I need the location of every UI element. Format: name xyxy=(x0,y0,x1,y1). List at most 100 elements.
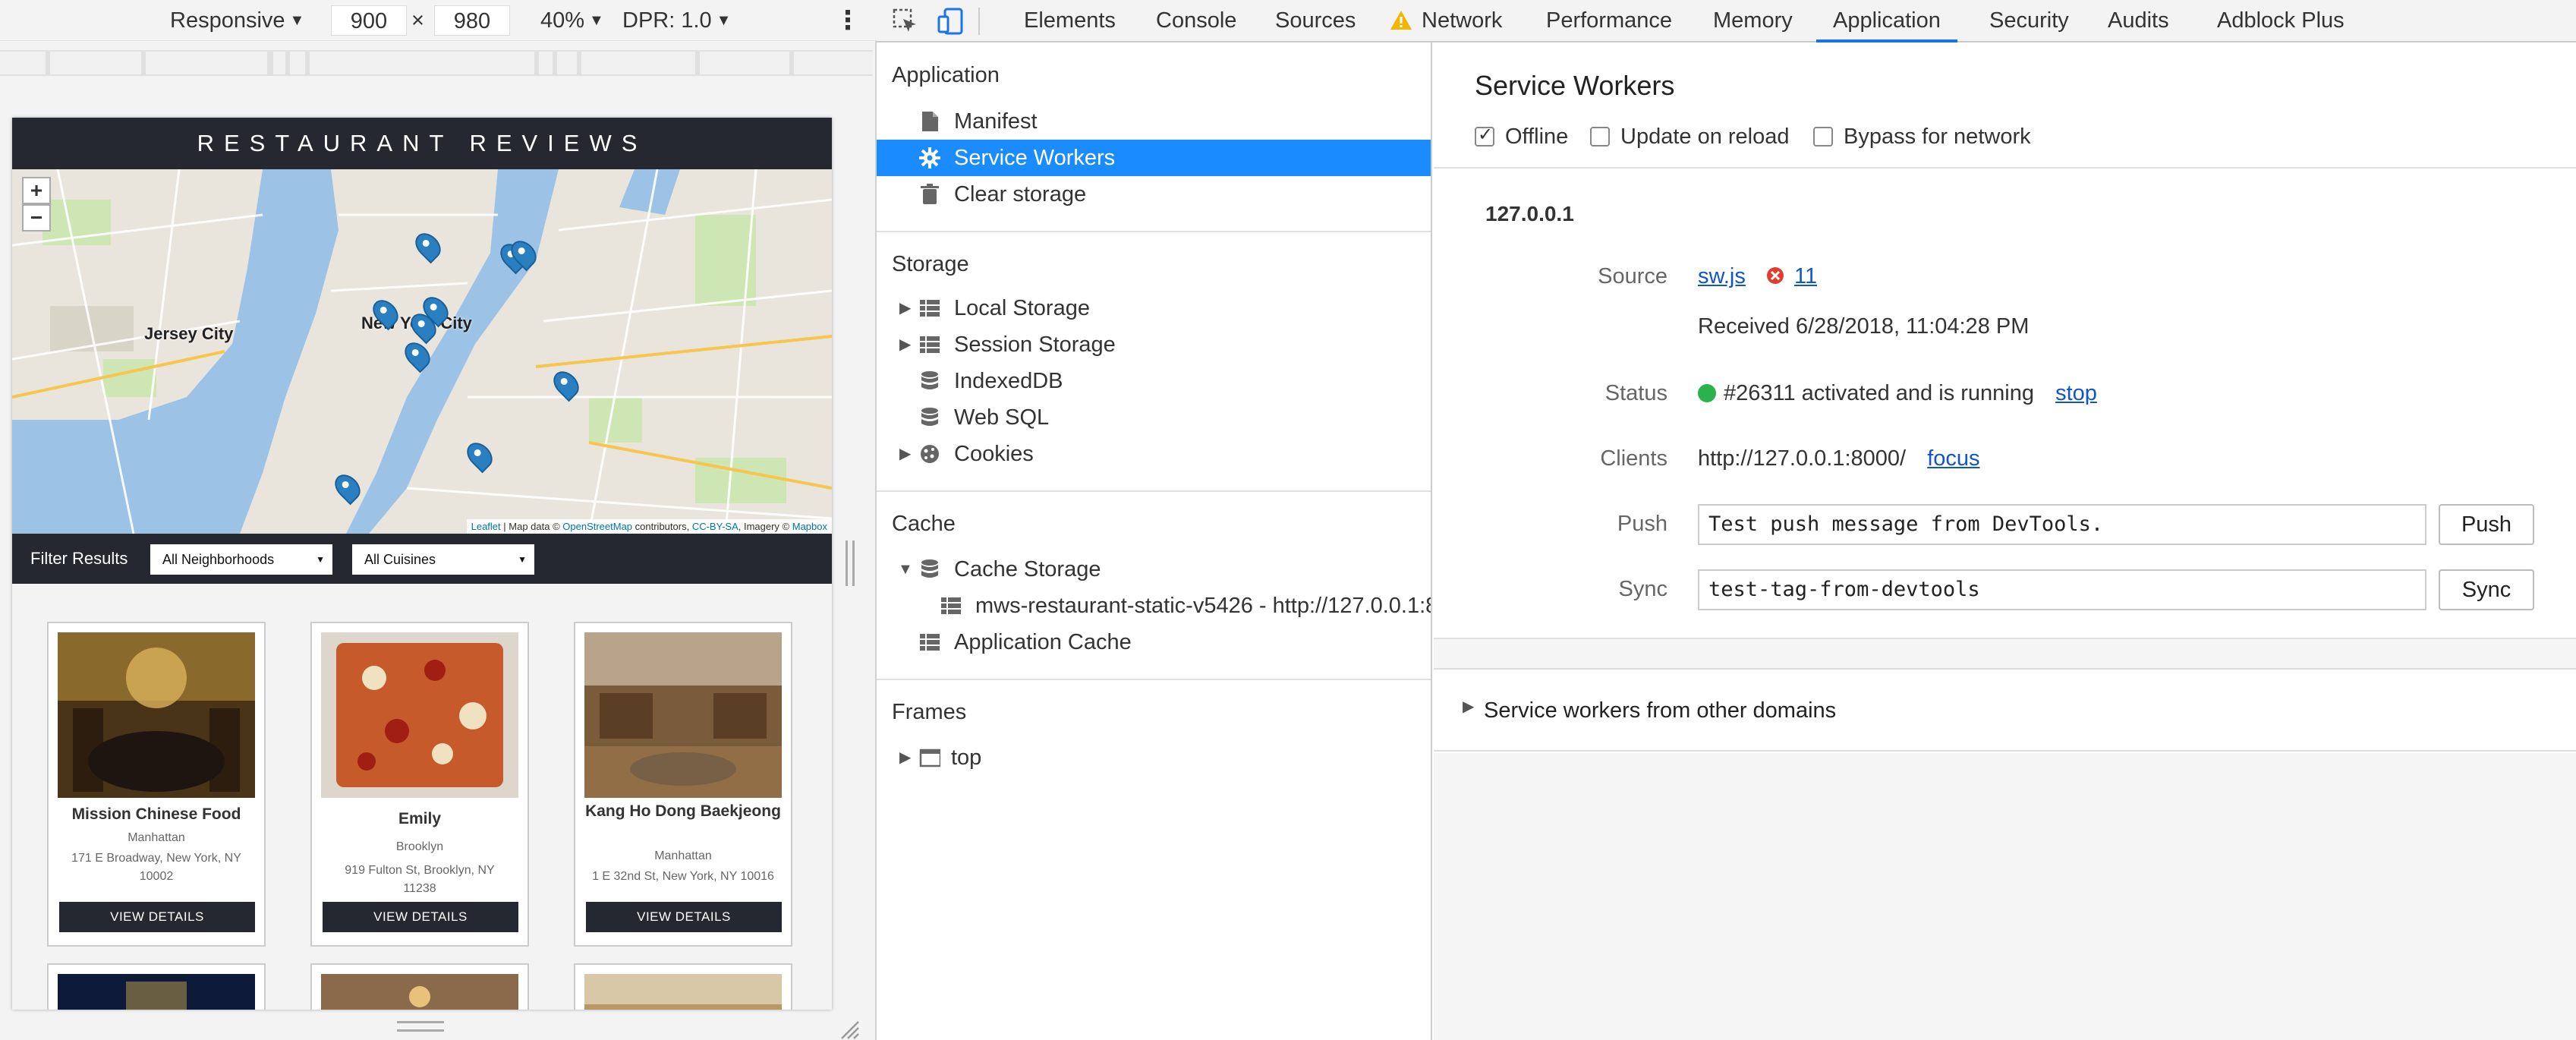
restaurant-address: 171 E Broadway, New York, NY 10002 xyxy=(71,852,241,883)
attribution-text: | Map data © xyxy=(500,521,563,532)
update-on-reload-checkbox[interactable]: Update on reload xyxy=(1590,124,1790,150)
media-query-ruler[interactable] xyxy=(0,50,873,76)
mapbox-link[interactable]: Mapbox xyxy=(792,521,827,532)
sidebar-item-service-workers[interactable]: Service Workers xyxy=(877,140,1431,176)
ruler-segment xyxy=(273,52,285,74)
view-details-button[interactable]: VIEW DETAILS xyxy=(323,902,518,932)
error-count-link[interactable]: 11 xyxy=(1794,264,1817,288)
sync-tag-input[interactable]: test-tag-from-devtools xyxy=(1698,569,2426,610)
osm-link[interactable]: OpenStreetMap xyxy=(562,521,632,532)
ruler-segment xyxy=(50,52,141,74)
restaurant-address: 919 Fulton St, Brooklyn, NY 11238 xyxy=(345,864,495,895)
tab-network[interactable]: Network xyxy=(1422,0,1502,43)
device-toolbar-icon[interactable] xyxy=(937,8,965,35)
sidebar-item-indexeddb[interactable]: IndexedDB xyxy=(877,363,1431,399)
expand-arrow-icon[interactable]: ▶ xyxy=(899,739,911,776)
leaflet-link[interactable]: Leaflet xyxy=(471,521,501,532)
tab-audits[interactable]: Audits xyxy=(2108,0,2169,43)
tab-security[interactable]: Security xyxy=(1989,0,2069,43)
more-options-icon[interactable]: ⋮ xyxy=(835,7,861,34)
width-input[interactable]: 900 xyxy=(331,5,407,36)
push-label: Push xyxy=(1617,512,1667,536)
sidebar-item-cache-entry[interactable]: mws-restaurant-static-v5426 - http://127… xyxy=(877,588,1431,624)
grid-icon xyxy=(920,300,940,317)
database-icon xyxy=(921,408,938,426)
sidebar-item-manifest[interactable]: Manifest xyxy=(877,103,1431,140)
chevron-down-icon: ▼ xyxy=(518,554,527,565)
device-select[interactable]: Responsive ▼ xyxy=(170,7,304,34)
width-resize-handle[interactable] xyxy=(846,540,855,586)
client-url: http://127.0.0.1:8000/ xyxy=(1698,446,1907,471)
sidebar-item-web-sql[interactable]: Web SQL xyxy=(877,399,1431,436)
tab-sources[interactable]: Sources xyxy=(1275,0,1356,43)
cuisines-select-value: All Cuisines xyxy=(364,552,436,567)
source-label: Source xyxy=(1598,264,1667,288)
ruler-segment xyxy=(700,52,789,74)
focus-link[interactable]: focus xyxy=(1927,446,1979,471)
stop-link[interactable]: stop xyxy=(2055,381,2097,405)
height-resize-handle[interactable] xyxy=(397,1021,444,1032)
neighborhoods-select-value: All Neighborhoods xyxy=(162,552,275,567)
sidebar-item-label: Clear storage xyxy=(954,182,1087,206)
sidebar-item-application-cache[interactable]: Application Cache xyxy=(877,624,1431,660)
checkbox-icon xyxy=(1590,127,1610,147)
dimension-separator: × xyxy=(411,8,424,33)
status-running-icon xyxy=(1698,384,1716,402)
sidebar-item-label: Service Workers xyxy=(954,146,1116,170)
tab-console[interactable]: Console xyxy=(1156,0,1236,43)
expand-arrow-icon[interactable]: ▶ xyxy=(1463,697,1474,716)
restaurant-photo xyxy=(321,974,518,1010)
restaurant-card xyxy=(47,963,266,1010)
section-spacer xyxy=(1434,638,2576,668)
expand-arrow-icon[interactable]: ▶ xyxy=(899,326,911,363)
offline-checkbox[interactable]: Offline xyxy=(1475,124,1568,150)
view-details-button[interactable]: VIEW DETAILS xyxy=(586,902,782,932)
restaurant-photo xyxy=(58,632,255,798)
sidebar-item-frame-top[interactable]: ▶ top xyxy=(877,739,1431,776)
expand-arrow-icon[interactable]: ▶ xyxy=(899,290,911,326)
sidebar-item-local-storage[interactable]: ▶ Local Storage xyxy=(877,290,1431,326)
database-icon xyxy=(921,559,938,578)
sidebar-item-clear-storage[interactable]: Clear storage xyxy=(877,176,1431,213)
view-details-button[interactable]: VIEW DETAILS xyxy=(59,902,255,932)
zoom-select[interactable]: 40% ▼ xyxy=(540,7,604,34)
bypass-for-network-checkbox[interactable]: Bypass for network xyxy=(1813,124,2031,150)
tab-adblock-plus[interactable]: Adblock Plus xyxy=(2217,0,2345,43)
restaurant-map[interactable]: + − Jersey City New York City Leaflet | … xyxy=(12,169,832,534)
dpr-select[interactable]: DPR: 1.0 ▼ xyxy=(622,7,731,34)
restaurant-photo xyxy=(584,632,782,798)
source-file-link[interactable]: sw.js xyxy=(1698,264,1746,288)
checkbox-label: Update on reload xyxy=(1620,124,1790,149)
section-application: Application xyxy=(892,63,1000,87)
service-workers-pane: Service Workers Offline Update on reload… xyxy=(1434,43,2576,1040)
restaurant-name: Kang Ho Dong Baekjeong xyxy=(585,802,781,820)
other-domains-section[interactable]: ▶ Service workers from other domains xyxy=(1434,668,2576,752)
map-zoom-in-button[interactable]: + xyxy=(22,177,51,204)
warning-icon xyxy=(1390,11,1412,30)
collapse-arrow-icon[interactable]: ▼ xyxy=(898,551,913,588)
sidebar-item-label: Manifest xyxy=(954,109,1038,134)
neighborhoods-select[interactable]: All Neighborhoods ▼ xyxy=(150,544,332,575)
push-button[interactable]: Push xyxy=(2439,504,2534,545)
expand-arrow-icon[interactable]: ▶ xyxy=(899,436,911,472)
sidebar-item-cache-storage[interactable]: ▼ Cache Storage xyxy=(877,551,1431,588)
section-storage: Storage xyxy=(892,252,969,276)
cuisines-select[interactable]: All Cuisines ▼ xyxy=(352,544,534,575)
map-zoom-out-button[interactable]: − xyxy=(22,204,51,232)
height-input[interactable]: 980 xyxy=(434,5,510,36)
sync-label: Sync xyxy=(1618,577,1667,601)
trash-icon xyxy=(921,184,939,204)
sidebar-item-cookies[interactable]: ▶ Cookies xyxy=(877,436,1431,472)
inspect-element-icon[interactable] xyxy=(892,8,919,35)
sidebar-item-session-storage[interactable]: ▶ Session Storage xyxy=(877,326,1431,363)
tab-application[interactable]: Application xyxy=(1816,0,1957,43)
tab-elements[interactable]: Elements xyxy=(1024,0,1116,43)
ruler-segment xyxy=(557,52,577,74)
push-message-input[interactable]: Test push message from DevTools. xyxy=(1698,504,2426,545)
tab-memory[interactable]: Memory xyxy=(1713,0,1793,43)
corner-resize-handle[interactable] xyxy=(837,1017,860,1040)
license-link[interactable]: CC-BY-SA xyxy=(692,521,738,532)
tab-performance[interactable]: Performance xyxy=(1546,0,1672,43)
sync-button[interactable]: Sync xyxy=(2439,569,2534,610)
sidebar-item-label: mws-restaurant-static-v5426 - http://127… xyxy=(975,594,1431,618)
